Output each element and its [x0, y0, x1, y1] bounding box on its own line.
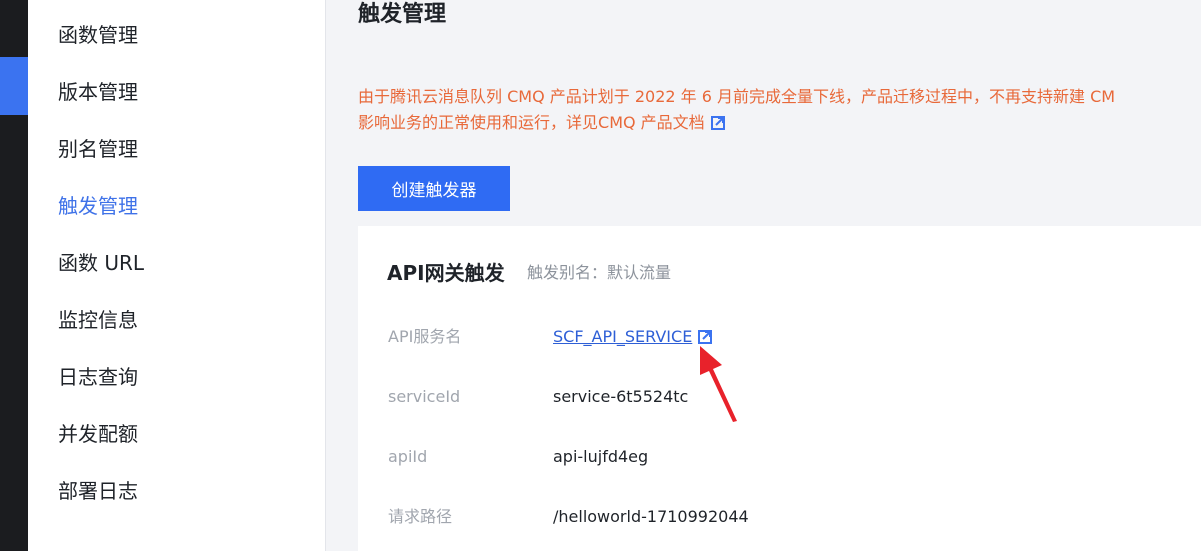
sidebar-item-trigger-management[interactable]: 触发管理 — [58, 191, 138, 221]
sidebar-item-monitoring[interactable]: 监控信息 — [58, 305, 138, 335]
api-service-link[interactable]: SCF_API_SERVICE — [553, 327, 692, 346]
field-value-api-service-name: SCF_API_SERVICE — [553, 325, 713, 349]
cmq-docs-link[interactable]: CMQ 产品文档 — [598, 113, 725, 132]
rail-active-indicator — [0, 57, 28, 115]
notice-line-2: 影响业务的正常使用和运行，详见CMQ 产品文档 — [358, 110, 1201, 136]
left-rail — [0, 0, 28, 551]
sidebar-item-alias-management[interactable]: 别名管理 — [58, 134, 138, 164]
create-trigger-button[interactable]: 创建触发器 — [358, 166, 510, 211]
sidebar-item-concurrency-quota[interactable]: 并发配额 — [58, 419, 138, 449]
field-label-service-id: serviceId — [388, 387, 461, 406]
page-title: 触发管理 — [358, 2, 447, 27]
annotation-arrow-icon — [700, 346, 737, 422]
trigger-card: API网关触发 触发别名：默认流量 API服务名 SCF_API_SERVICE… — [358, 226, 1201, 551]
external-link-icon — [710, 116, 725, 130]
field-value-service-id: service-6t5524tc — [553, 387, 689, 406]
field-label-request-path: 请求路径 — [388, 507, 453, 526]
cmq-deprecation-notice: 由于腾讯云消息队列 CMQ 产品计划于 2022 年 6 月前完成全量下线，产品… — [358, 84, 1201, 136]
notice-line-1: 由于腾讯云消息队列 CMQ 产品计划于 2022 年 6 月前完成全量下线，产品… — [358, 87, 1116, 106]
field-label-api-service-name: API服务名 — [388, 327, 462, 346]
field-label-api-id: apiId — [388, 447, 428, 466]
notice-line-2-text: 影响业务的正常使用和运行，详见 — [358, 113, 599, 132]
sidebar-item-version-management[interactable]: 版本管理 — [58, 77, 138, 107]
app-root: 函数管理 版本管理 别名管理 触发管理 函数 URL 监控信息 日志查询 并发配… — [0, 0, 1201, 551]
main-content: 触发管理 由于腾讯云消息队列 CMQ 产品计划于 2022 年 6 月前完成全量… — [327, 0, 1201, 551]
sidebar-item-deploy-logs[interactable]: 部署日志 — [58, 476, 138, 506]
cmq-docs-link-text: CMQ 产品文档 — [598, 113, 705, 132]
trigger-type-title: API网关触发 — [387, 261, 505, 285]
field-value-request-path: /helloworld-1710992044 — [553, 507, 749, 526]
field-value-api-id: api-lujfd4eg — [553, 447, 649, 466]
sidebar-item-function-url[interactable]: 函数 URL — [58, 248, 144, 278]
sidebar: 函数管理 版本管理 别名管理 触发管理 函数 URL 监控信息 日志查询 并发配… — [28, 0, 326, 551]
sidebar-item-log-query[interactable]: 日志查询 — [58, 362, 138, 392]
trigger-alias: 触发别名：默认流量 — [527, 263, 672, 282]
sidebar-item-function-management[interactable]: 函数管理 — [58, 20, 138, 50]
